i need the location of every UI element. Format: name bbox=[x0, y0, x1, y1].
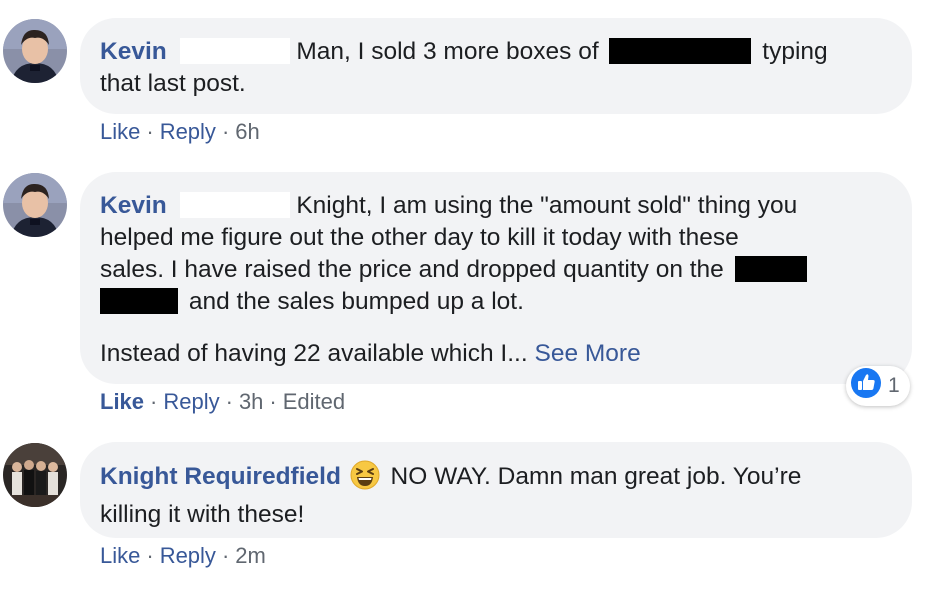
edited-label[interactable]: Edited bbox=[283, 389, 345, 414]
timestamp[interactable]: 6h bbox=[235, 119, 259, 144]
comment-text: helped me figure out the other day to ki… bbox=[100, 224, 739, 251]
comment-author[interactable]: Kevin bbox=[100, 192, 167, 219]
grinning-squinting-face-icon bbox=[350, 460, 380, 499]
comment-text: typing bbox=[762, 38, 828, 65]
redacted-name bbox=[179, 38, 290, 64]
reply-button[interactable]: Reply bbox=[160, 543, 216, 568]
comment-author[interactable]: Kevin bbox=[100, 38, 167, 65]
see-more-link[interactable]: See More bbox=[534, 340, 640, 367]
like-button[interactable]: Like bbox=[100, 119, 140, 144]
like-button[interactable]: Like bbox=[100, 543, 140, 568]
redacted-text bbox=[100, 288, 178, 314]
reply-button[interactable]: Reply bbox=[163, 389, 219, 414]
comment-actions: Like · Reply · 6h bbox=[100, 119, 260, 144]
comment-text: sales. I have raised the price and dropp… bbox=[100, 256, 724, 283]
comment-text: Knight, I am using the "amount sold" thi… bbox=[296, 192, 798, 219]
redacted-text bbox=[734, 256, 807, 282]
comment-author[interactable]: Knight Requiredfield bbox=[100, 463, 341, 490]
reply-button[interactable]: Reply bbox=[160, 119, 216, 144]
like-reaction-icon bbox=[850, 367, 882, 405]
comment-text: killing it with these! bbox=[100, 501, 305, 528]
avatar-kevin[interactable] bbox=[3, 19, 67, 83]
avatar-knight[interactable] bbox=[3, 443, 67, 507]
comment-text: that last post. bbox=[100, 70, 246, 97]
comment-text: Man, I sold 3 more boxes of bbox=[296, 38, 599, 65]
reaction-count[interactable]: 1 bbox=[846, 366, 910, 406]
redacted-name bbox=[179, 192, 290, 218]
like-button[interactable]: Like bbox=[100, 389, 144, 414]
comment-bubble: Kevin Knight, I am using the "amount sol… bbox=[80, 172, 912, 384]
redacted-text bbox=[609, 38, 752, 64]
avatar-kevin[interactable] bbox=[3, 173, 67, 237]
comment-text: and the sales bumped up a lot. bbox=[188, 288, 524, 315]
comment-bubble: Kevin Man, I sold 3 more boxes of typing… bbox=[80, 18, 912, 114]
reaction-count-value: 1 bbox=[888, 374, 900, 397]
comment-actions: Like · Reply · 2m bbox=[100, 543, 266, 568]
timestamp[interactable]: 2m bbox=[235, 543, 266, 568]
comment-bubble: Knight Requiredfield NO WAY. Damn man gr… bbox=[80, 442, 912, 538]
comment-text: Instead of having 22 available which I..… bbox=[100, 340, 528, 367]
comment-text: NO WAY. Damn man great job. You’re bbox=[390, 463, 802, 490]
comment-actions: Like · Reply · 3h · Edited bbox=[100, 389, 346, 414]
timestamp[interactable]: 3h bbox=[239, 389, 263, 414]
